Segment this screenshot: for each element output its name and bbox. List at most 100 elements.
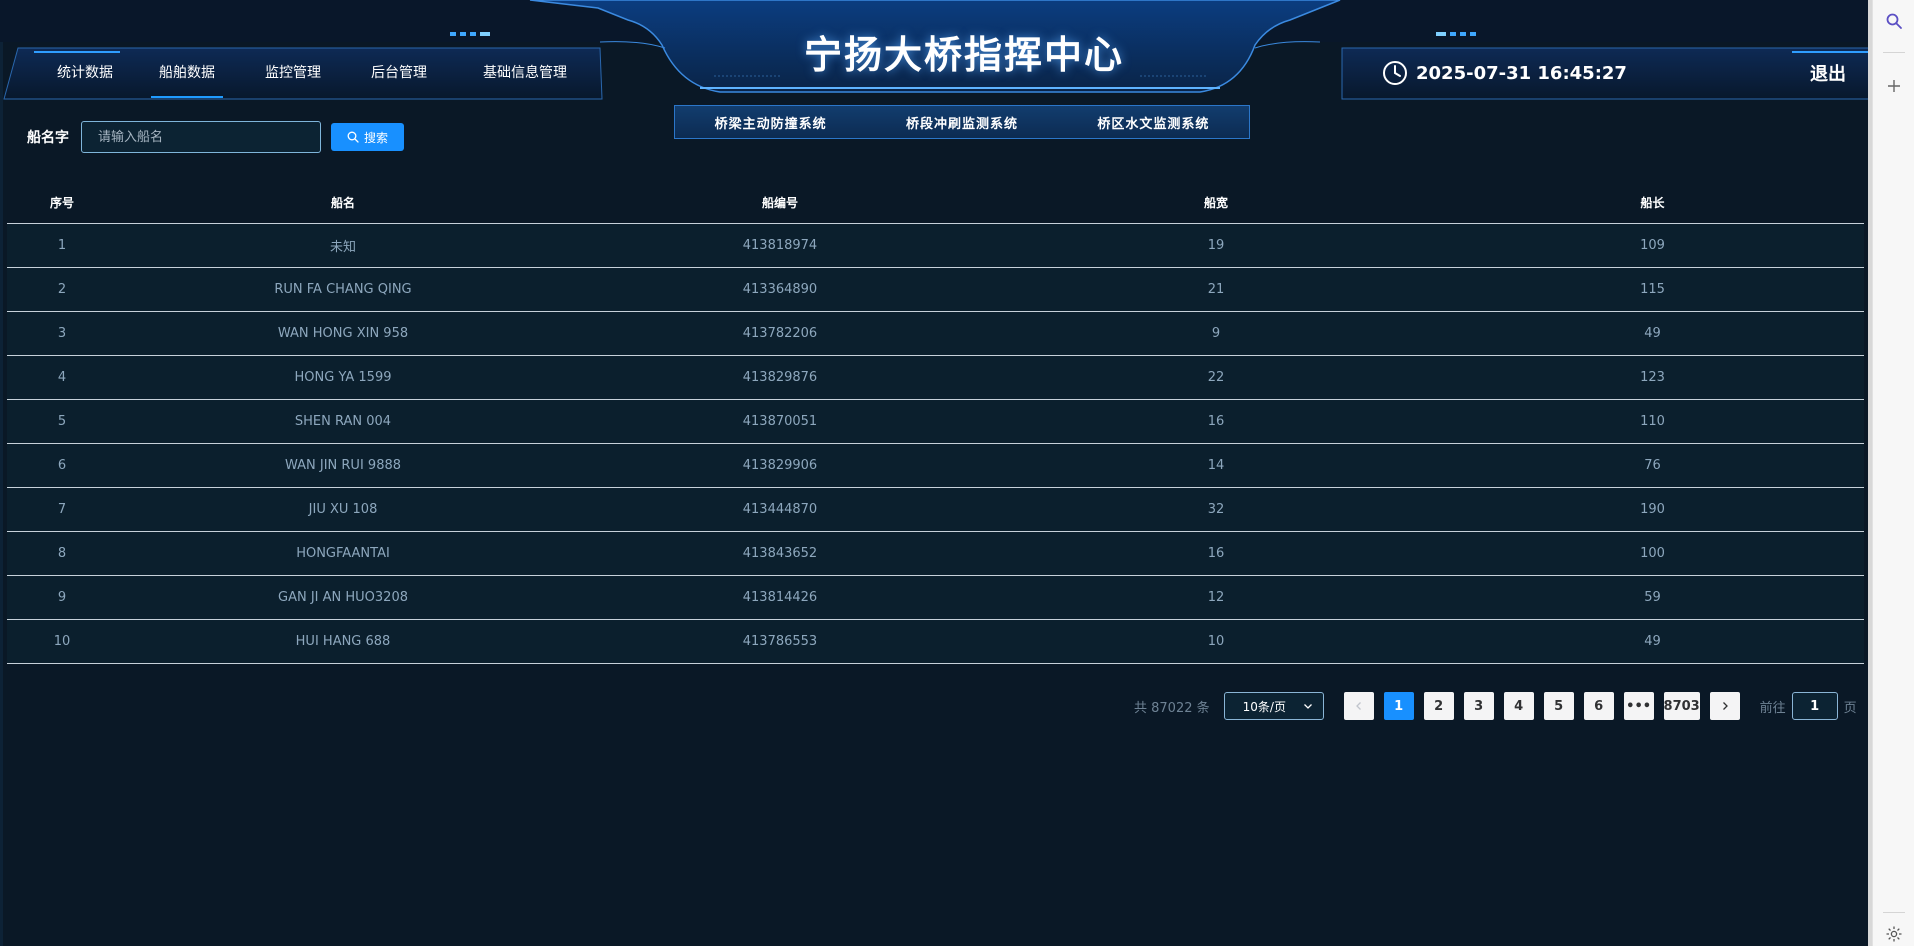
table-row[interactable]: 1 未知 413818974 19 109 <box>7 224 1864 268</box>
table-row[interactable]: 4 HONG YA 1599 413829876 22 123 <box>7 356 1864 400</box>
nav-item-monitoring[interactable]: 监控管理 <box>255 60 331 98</box>
column-header-ship-width: 船宽 <box>1203 196 1228 210</box>
cell-index: 7 <box>57 502 67 517</box>
cell-ship-id: 413814426 <box>742 590 818 605</box>
column-header-ship-id: 船编号 <box>761 196 798 210</box>
page-size-select[interactable]: 10条/页 <box>1223 692 1324 720</box>
cell-ship-name: GAN JI AN HUO3208 <box>278 590 408 605</box>
cell-ship-id: 413829906 <box>742 458 818 473</box>
cell-ship-length: 49 <box>1644 326 1661 341</box>
table-row[interactable]: 3 WAN HONG XIN 958 413782206 9 49 <box>7 312 1864 356</box>
gear-icon[interactable] <box>1885 925 1903 943</box>
cell-ship-id: 413782206 <box>742 326 818 341</box>
cell-ship-name: SHEN RAN 004 <box>294 414 392 429</box>
browser-sidebar <box>1872 0 1914 946</box>
cell-index: 3 <box>57 326 67 341</box>
subsystem-bar: 桥梁主动防撞系统 桥段冲刷监测系统 桥区水文监测系统 <box>674 105 1250 139</box>
page-button[interactable]: 3 <box>1463 692 1494 720</box>
search-button[interactable]: 搜索 <box>331 123 404 151</box>
cell-index: 9 <box>57 590 67 605</box>
cell-ship-name: HONG YA 1599 <box>294 370 392 385</box>
cell-ship-id: 413364890 <box>742 282 818 297</box>
cell-ship-name: WAN JIN RUI 9888 <box>284 458 402 473</box>
cell-ship-id: 413870051 <box>742 414 818 429</box>
table-row[interactable]: 6 WAN JIN RUI 9888 413829906 14 76 <box>7 444 1864 488</box>
column-header-index: 序号 <box>49 196 74 210</box>
plus-icon[interactable] <box>1885 77 1903 95</box>
table-row[interactable]: 9 GAN JI AN HUO3208 413814426 12 59 <box>7 576 1864 620</box>
cell-ship-length: 123 <box>1640 370 1665 385</box>
page-button[interactable]: 6 <box>1583 692 1614 720</box>
subsystem-hydrology[interactable]: 桥区水文监测系统 <box>1097 113 1209 132</box>
page-buttons: 1 2 3 4 5 6 ••• 8703 <box>1383 692 1710 720</box>
top-nav: 统计数据 船舶数据 监控管理 后台管理 基础信息管理 <box>10 48 602 99</box>
cell-ship-width: 9 <box>1211 326 1221 341</box>
table-row[interactable]: 7 JIU XU 108 413444870 32 190 <box>7 488 1864 532</box>
main-panel: 宁扬大桥指挥中心 统计数据 船舶数据 监控管理 后台管理 基础信息管理 2025… <box>0 0 1872 946</box>
cell-ship-id: 413818974 <box>742 238 818 253</box>
table-row[interactable]: 2 RUN FA CHANG QING 413364890 21 115 <box>7 268 1864 312</box>
cell-ship-width: 32 <box>1207 502 1225 517</box>
cell-ship-name: HUI HANG 688 <box>295 634 391 649</box>
prev-page-button[interactable] <box>1343 692 1374 720</box>
cell-ship-name: RUN FA CHANG QING <box>274 282 412 297</box>
search-input[interactable] <box>81 121 321 153</box>
page-button[interactable]: 1 <box>1383 692 1414 720</box>
cell-ship-length: 100 <box>1640 546 1665 561</box>
logout-button[interactable]: 退出 <box>1810 60 1846 86</box>
nav-item-admin[interactable]: 后台管理 <box>361 60 437 98</box>
table-header: 序号 船名 船编号 船宽 船长 <box>7 182 1864 224</box>
cell-index: 2 <box>57 282 67 297</box>
cell-ship-width: 22 <box>1207 370 1225 385</box>
goto-page-input[interactable] <box>1791 692 1838 720</box>
clock-icon <box>1383 61 1407 85</box>
goto-prefix: 前往 <box>1759 700 1786 716</box>
cell-ship-width: 10 <box>1207 634 1225 649</box>
cell-index: 6 <box>57 458 67 473</box>
cell-ship-width: 12 <box>1207 590 1225 605</box>
nav-item-ship-data[interactable]: 船舶数据 <box>149 60 225 98</box>
cell-ship-id: 413786553 <box>742 634 818 649</box>
cell-index: 4 <box>57 370 67 385</box>
nav-item-statistics[interactable]: 统计数据 <box>47 60 123 98</box>
datetime-text: 2025-07-31 16:45:27 <box>1416 62 1627 84</box>
ship-table: 序号 船名 船编号 船宽 船长 1 未知 413818974 19 109 2 RUN FA… <box>7 182 1864 664</box>
subsystem-scour[interactable]: 桥段冲刷监测系统 <box>906 113 1018 132</box>
page-button[interactable]: 8703 <box>1664 692 1700 720</box>
cell-ship-id: 413829876 <box>742 370 818 385</box>
sidebar-divider <box>1883 912 1905 913</box>
search-icon <box>347 131 359 143</box>
table-row[interactable]: 8 HONGFAANTAI 413843652 16 100 <box>7 532 1864 576</box>
cell-ship-length: 109 <box>1640 238 1665 253</box>
chevron-down-icon <box>1303 704 1312 709</box>
cell-ship-width: 16 <box>1207 414 1225 429</box>
cell-ship-width: 14 <box>1207 458 1225 473</box>
cell-ship-length: 110 <box>1640 414 1665 429</box>
table-row[interactable]: 5 SHEN RAN 004 413870051 16 110 <box>7 400 1864 444</box>
page-ellipsis-button[interactable]: ••• <box>1623 692 1654 720</box>
page-button[interactable]: 5 <box>1543 692 1574 720</box>
cell-ship-width: 21 <box>1207 282 1225 297</box>
table-row[interactable]: 10 HUI HANG 688 413786553 10 49 <box>7 620 1864 664</box>
cell-ship-name: 未知 <box>329 240 356 255</box>
sidebar-divider <box>1883 52 1905 53</box>
cell-ship-width: 16 <box>1207 546 1225 561</box>
search-button-label: 搜索 <box>363 130 388 145</box>
cell-index: 5 <box>57 414 67 429</box>
page-button[interactable]: 2 <box>1423 692 1454 720</box>
table-body: 1 未知 413818974 19 109 2 RUN FA CHANG QING 41336… <box>7 224 1864 664</box>
cell-ship-length: 115 <box>1640 282 1665 297</box>
next-page-button[interactable] <box>1709 692 1740 720</box>
column-header-ship-name: 船名 <box>330 196 355 210</box>
cell-ship-id: 413444870 <box>742 502 818 517</box>
cell-ship-length: 49 <box>1644 634 1661 649</box>
nav-item-basic-info[interactable]: 基础信息管理 <box>469 60 581 98</box>
cell-ship-width: 19 <box>1207 238 1225 253</box>
cell-ship-name: JIU XU 108 <box>308 502 378 517</box>
search-icon[interactable] <box>1885 12 1903 30</box>
page-button[interactable]: 4 <box>1503 692 1534 720</box>
page-size-value: 10条/页 <box>1242 699 1286 714</box>
cell-index: 8 <box>57 546 67 561</box>
subsystem-collision[interactable]: 桥梁主动防撞系统 <box>715 113 827 132</box>
cell-ship-length: 190 <box>1640 502 1665 517</box>
